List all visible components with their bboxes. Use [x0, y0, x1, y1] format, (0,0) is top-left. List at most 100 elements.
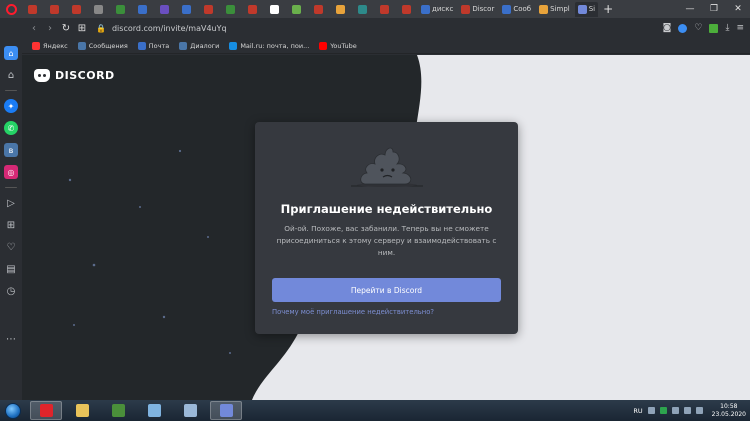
tray-battery-icon[interactable]: [695, 407, 703, 414]
bookmark-item[interactable]: Сообщения: [77, 41, 128, 50]
url-field[interactable]: discord.com/invite/maV4uYq: [112, 24, 227, 33]
tab-favicon-icon: [225, 4, 235, 14]
tab-favicon-icon: [71, 4, 81, 14]
sidebar-history-icon[interactable]: ◷: [4, 284, 18, 298]
invite-card: Приглашение недействительно Ой-ой. Похож…: [255, 122, 518, 334]
bookmark-item[interactable]: YouTube: [319, 41, 357, 50]
notepad-icon: [147, 404, 161, 417]
sidebar-news-icon[interactable]: ▤: [4, 262, 18, 276]
browser-tab[interactable]: Simpl: [536, 2, 573, 17]
sidebar-messenger-icon[interactable]: ✦: [4, 99, 18, 113]
minimize-icon[interactable]: —: [678, 4, 702, 14]
forward-button[interactable]: ›: [42, 23, 58, 34]
discord-icon: [219, 404, 233, 417]
go-to-discord-button[interactable]: Перейти в Discord: [272, 278, 501, 302]
windows-taskbar: RU 10:58 23.05.2020: [0, 400, 750, 421]
tray-volume-icon[interactable]: [683, 407, 691, 414]
browser-tab[interactable]: [132, 2, 152, 17]
sidebar-vk-icon[interactable]: в: [4, 143, 18, 157]
bookmarks-bar: Яндекс Сообщения Почта Диалоги Mail.ru: почт…: [22, 38, 750, 54]
tab-label: дискс: [432, 5, 454, 13]
tab-favicon-icon: [203, 4, 213, 14]
taskbar-app-discord[interactable]: [210, 401, 242, 420]
browser-tab[interactable]: [176, 2, 196, 17]
sidebar-whatsapp-icon[interactable]: ✆: [4, 121, 18, 135]
sidebar-more-icon[interactable]: ⋯: [4, 332, 18, 346]
browser-tab[interactable]: [66, 2, 86, 17]
poop-illustration-icon: [351, 147, 423, 187]
sidebar-home-icon[interactable]: ⌂: [4, 68, 18, 82]
bookmark-favicon-icon: [77, 41, 86, 50]
discord-logo-text: DISCORD: [55, 69, 115, 82]
start-button[interactable]: [0, 400, 26, 421]
taskbar-app-media-player[interactable]: [102, 401, 134, 420]
discord-logo[interactable]: DISCORD: [34, 69, 115, 82]
browser-tab[interactable]: Сооб: [499, 2, 534, 17]
taskbar-app-opera[interactable]: [30, 401, 62, 420]
download-icon[interactable]: ⤓: [725, 23, 729, 33]
why-invalid-link[interactable]: Почему моё приглашение недействительно?: [272, 308, 434, 316]
tab-favicon-icon: [27, 4, 37, 14]
camera-icon[interactable]: ◙: [663, 23, 672, 33]
tab-grid-icon[interactable]: ⊞: [74, 23, 90, 34]
browser-tab[interactable]: [198, 2, 218, 17]
browser-tab[interactable]: [286, 2, 306, 17]
browser-tab[interactable]: [352, 2, 372, 17]
tab-favicon-icon: [539, 4, 549, 14]
reload-button[interactable]: ↻: [58, 23, 74, 34]
back-button[interactable]: ‹: [26, 23, 42, 34]
tab-label: Discor: [472, 5, 495, 13]
bookmark-item[interactable]: Почта: [137, 41, 169, 50]
address-bar: ‹ › ↻ ⊞ 🔒 discord.com/invite/maV4uYq ◙ ♡…: [0, 18, 750, 38]
browser-tab[interactable]: [374, 2, 394, 17]
language-indicator[interactable]: RU: [633, 407, 642, 415]
tab-label: Сооб: [513, 5, 532, 13]
browser-tab[interactable]: [22, 2, 42, 17]
close-icon[interactable]: ✕: [726, 4, 750, 14]
new-tab-button[interactable]: +: [600, 2, 616, 16]
browser-tab[interactable]: [242, 2, 262, 17]
opera-menu-icon[interactable]: [0, 0, 22, 18]
sidebar-grid-icon[interactable]: ⊞: [4, 218, 18, 232]
tray-arrow-icon[interactable]: [647, 407, 655, 414]
extension-icon[interactable]: [709, 23, 719, 33]
clock-date: 23.05.2020: [711, 410, 746, 418]
taskbar-app-paint[interactable]: [174, 401, 206, 420]
browser-tab[interactable]: [308, 2, 328, 17]
vpn-shield-icon[interactable]: [678, 23, 688, 33]
tray-network-icon[interactable]: [671, 407, 679, 414]
tray-app-icon[interactable]: [659, 407, 667, 414]
clock-time: 10:58: [720, 402, 738, 410]
invite-card-description: Ой-ой. Похоже, вас забанили. Теперь вы н…: [276, 224, 497, 257]
browser-tab[interactable]: [396, 2, 416, 17]
taskbar-app-notepad[interactable]: [138, 401, 170, 420]
browser-tab[interactable]: [44, 2, 64, 17]
bookmark-item[interactable]: Яндекс: [32, 41, 68, 50]
bookmark-favicon-icon: [229, 41, 238, 50]
menu-icon[interactable]: ≡: [736, 23, 744, 33]
browser-tab[interactable]: [330, 2, 350, 17]
browser-tab[interactable]: [110, 2, 130, 17]
heart-icon[interactable]: ♡: [694, 23, 702, 33]
explorer-icon: [75, 404, 89, 417]
page-content: DISCORD Приглашение недействительно Ой-о…: [22, 55, 750, 400]
bookmark-item[interactable]: Mail.ru: почта, пои...: [229, 41, 309, 50]
browser-tab[interactable]: [88, 2, 108, 17]
browser-tab[interactable]: Discor: [458, 2, 497, 17]
sidebar-speed-dial-icon[interactable]: ⌂: [4, 46, 18, 60]
browser-tab[interactable]: Si: [574, 1, 599, 17]
tab-favicon-icon: [159, 4, 169, 14]
sidebar-instagram-icon[interactable]: ◎: [4, 165, 18, 179]
browser-tab[interactable]: [264, 2, 284, 17]
browser-tab[interactable]: [220, 2, 240, 17]
browser-tab[interactable]: [154, 2, 174, 17]
taskbar-app-explorer[interactable]: [66, 401, 98, 420]
browser-tab[interactable]: дискс: [418, 2, 456, 17]
bookmark-label: Яндекс: [43, 41, 68, 50]
maximize-icon[interactable]: ❐: [702, 4, 726, 14]
bookmark-item[interactable]: Диалоги: [179, 41, 219, 50]
tab-favicon-icon: [421, 4, 430, 14]
sidebar-heart-icon[interactable]: ♡: [4, 240, 18, 254]
clock[interactable]: 10:58 23.05.2020: [712, 403, 746, 419]
sidebar-flow-icon[interactable]: ▷: [4, 196, 18, 210]
